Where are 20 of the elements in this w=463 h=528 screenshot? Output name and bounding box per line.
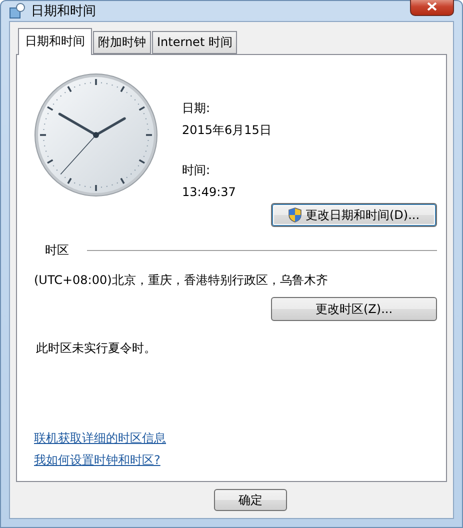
time-value: 13:49:37 [182,184,237,201]
shield-icon [288,207,302,223]
ok-button[interactable]: 确定 [214,489,287,511]
tab[interactable]: 附加时钟 [93,31,151,54]
close-button[interactable] [410,0,454,16]
section-heading: 时区 [45,242,69,259]
help-link[interactable]: 我如何设置时钟和时区? [34,449,160,471]
change-date-time-button[interactable]: 更改日期和时间(D)... [271,203,437,227]
window-title: 日期和时间 [31,3,97,20]
help-link[interactable]: 联机获取详细的时区信息 [34,427,166,449]
tab[interactable]: Internet 时间 [152,31,238,54]
dst-note: 此时区未实行夏令时。 [35,340,157,357]
date-label: 日期: [182,100,212,117]
date-value: 2015年6月15日 [182,122,272,139]
tab[interactable]: 日期和时间 [18,28,92,55]
time-label: 时间: [182,162,212,179]
close-icon [427,2,437,10]
change-timezone-button[interactable]: 更改时区(Z)... [271,297,437,321]
calendar-clock-icon [9,3,25,19]
timezone-text: (UTC+08:00)北京，重庆，香港特别行政区，乌鲁木齐 [34,272,329,289]
